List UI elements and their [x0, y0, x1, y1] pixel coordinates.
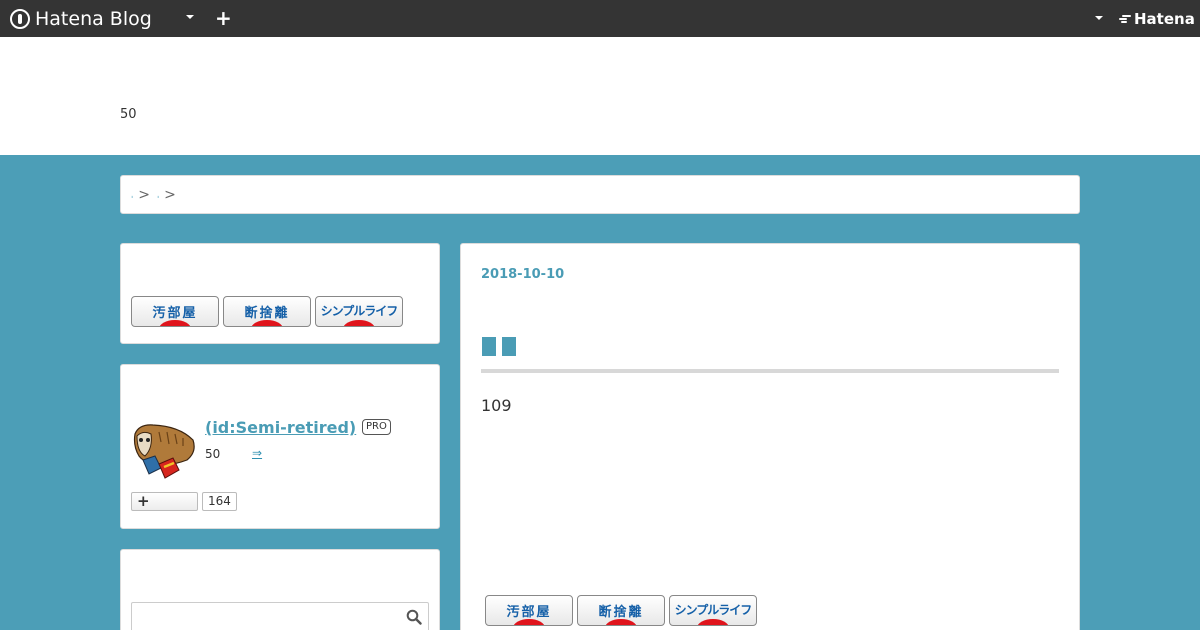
- hatena-blog-logo[interactable]: Hatena Blog: [10, 7, 152, 30]
- ranking-banner[interactable]: 汚部屋: [485, 595, 573, 626]
- title-glyph: [502, 337, 516, 356]
- ranking-banner[interactable]: シンプルライフ: [315, 296, 403, 327]
- chevron-down-icon[interactable]: [1095, 16, 1103, 20]
- follow-button[interactable]: +: [131, 492, 198, 511]
- title-glyph: [482, 337, 496, 356]
- avatar[interactable]: [131, 420, 195, 480]
- global-header: Hatena Blog + Hatena: [0, 0, 1200, 37]
- logo-text: Hatena Blog: [35, 7, 152, 30]
- hatena-text: Hatena: [1134, 10, 1195, 28]
- hatena-mark-icon: [1118, 13, 1132, 25]
- ranking-banner[interactable]: シンプルライフ: [669, 595, 757, 626]
- entry-date-link[interactable]: 2018-10-10: [481, 267, 564, 282]
- breadcrumb: ˌ > ˌ >: [120, 175, 1080, 214]
- entry-body-text: 109: [481, 396, 512, 415]
- entry-title[interactable]: [482, 337, 516, 356]
- breadcrumb-link-category[interactable]: ˌ: [157, 190, 159, 199]
- sidebar-profile-module: (id:Semi-retired) PRO 50 ⇒ + 164: [120, 364, 440, 529]
- blog-description: 50: [120, 107, 137, 122]
- chevron-down-icon[interactable]: [186, 15, 194, 19]
- follower-count: 164: [202, 492, 237, 511]
- sidebar-search-module: [120, 549, 440, 630]
- ranking-banner[interactable]: 汚部屋: [131, 296, 219, 327]
- ranking-banner[interactable]: 断捨離: [577, 595, 665, 626]
- search-icon[interactable]: [406, 609, 422, 625]
- profile-name-link[interactable]: (id:Semi-retired): [205, 418, 356, 437]
- breadcrumb-separator: >: [138, 186, 150, 203]
- entry-ranking-banners: 汚部屋 断捨離 シンプルライフ: [485, 595, 757, 626]
- profile-count: 50: [205, 447, 221, 461]
- breadcrumb-separator: >: [164, 186, 176, 203]
- title-divider: [481, 369, 1059, 373]
- profile-more-link[interactable]: ⇒: [252, 446, 262, 460]
- plus-icon: +: [137, 492, 150, 510]
- sidebar-banner-module: 汚部屋 断捨離 シンプルライフ: [120, 243, 440, 344]
- breadcrumb-link-home[interactable]: ˌ: [131, 190, 133, 199]
- hatena-link[interactable]: Hatena: [1118, 10, 1195, 28]
- blog-ranking-banners: 汚部屋 断捨離 シンプルライフ: [131, 296, 403, 327]
- plus-icon[interactable]: +: [215, 6, 232, 30]
- hatena-logo-icon: [10, 8, 30, 29]
- blog-header: 50: [0, 37, 1200, 155]
- ranking-banner[interactable]: 断捨離: [223, 296, 311, 327]
- search-input[interactable]: [131, 602, 429, 630]
- pro-badge: PRO: [362, 419, 391, 435]
- entry-article: 2018-10-10 109 汚部屋 断捨離 シンプルライフ: [460, 243, 1080, 630]
